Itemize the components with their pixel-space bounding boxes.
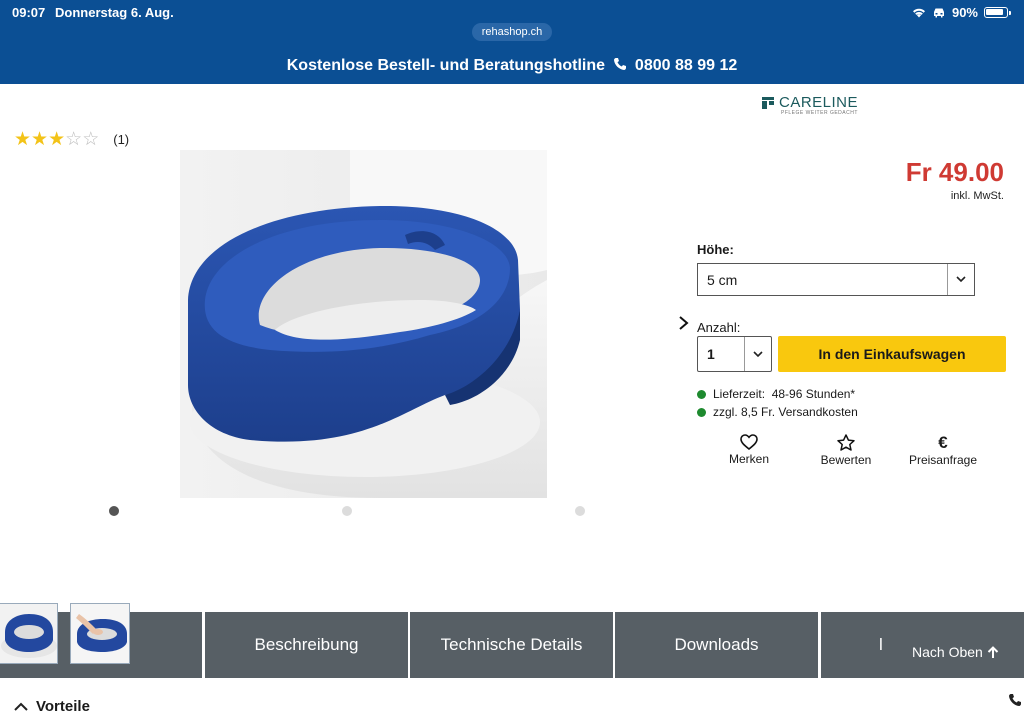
brand-name: CARELINE <box>779 94 859 111</box>
height-label: Höhe: <box>697 242 734 257</box>
brand-tagline: PFLEGE WEITER GEDACHT <box>781 110 858 116</box>
status-indicators: 90% <box>912 5 1011 20</box>
tab-description-label: Beschreibung <box>254 635 359 654</box>
delivery-time-line: Lieferzeit: 48-96 Stunden* <box>697 387 855 401</box>
battery-percent: 90% <box>951 5 978 20</box>
product-image[interactable] <box>180 150 547 498</box>
add-to-cart-button[interactable]: In den Einkaufswagen <box>778 336 1006 372</box>
phone-icon <box>614 58 627 70</box>
thumbnail-2[interactable] <box>70 603 130 664</box>
advantages-title: Vorteile <box>36 698 90 715</box>
thumbnail-image-2 <box>71 604 129 663</box>
review-label: Bewerten <box>820 453 872 467</box>
chevron-down-icon <box>744 337 771 371</box>
shipping-cost-line: zzgl. 8,5 Fr. Versandkosten <box>697 405 858 419</box>
euro-icon: € <box>938 433 948 452</box>
tab-technical-details[interactable]: Technische Details <box>410 612 613 678</box>
battery-icon <box>984 7 1011 18</box>
top-bar: 09:07 Donnerstag 6. Aug. 90% rehashop.ch… <box>0 0 1024 84</box>
quantity-value: 1 <box>707 346 715 362</box>
chevron-down-icon <box>947 264 974 295</box>
delivery-time: Lieferzeit: 48-96 Stunden* <box>713 387 856 401</box>
scroll-to-top-button[interactable]: Nach Oben <box>912 644 999 660</box>
status-date: Donnerstag 6. Aug. <box>55 5 174 20</box>
status-dot-icon <box>697 407 706 417</box>
quantity-select[interactable]: 1 <box>697 336 772 372</box>
wifi-icon <box>912 8 925 18</box>
thumbnail-1[interactable] <box>0 603 58 664</box>
height-select[interactable]: 5 cm <box>697 263 975 296</box>
star-filled-icon: ★ <box>48 129 66 150</box>
product-title-partial <box>300 84 720 94</box>
brand-logo[interactable]: CARELINE <box>762 94 858 111</box>
height-select-value: 5 cm <box>707 271 738 288</box>
review-button[interactable]: Bewerten <box>796 434 896 467</box>
gallery-dot-1[interactable] <box>109 506 119 516</box>
rating[interactable]: ★★★☆☆ (1) <box>14 128 129 151</box>
star-empty-icon: ☆ <box>65 129 83 150</box>
gallery-dot-3[interactable] <box>575 506 585 516</box>
hotline-text: Kostenlose Bestell- und Beratungshotline <box>286 57 606 74</box>
product-price: Fr 49.00 <box>905 157 1004 187</box>
thumbnail-image-1 <box>0 604 57 663</box>
star-empty-icon: ☆ <box>82 129 100 150</box>
price-request-button[interactable]: € Preisanfrage <box>893 434 993 467</box>
car-icon <box>933 8 944 18</box>
rating-stars: ★★★☆☆ <box>14 128 99 151</box>
shipping-cost: zzgl. 8,5 Fr. Versandkosten <box>713 405 858 419</box>
price-request-label: Preisanfrage <box>908 453 978 467</box>
wishlist-button[interactable]: Merken <box>699 434 799 466</box>
vat-note: inkl. MwSt. <box>950 190 1004 202</box>
heart-icon <box>740 434 758 450</box>
phone-icon[interactable] <box>1008 693 1022 707</box>
tab-downloads-label: Downloads <box>674 635 759 654</box>
status-time: 09:07 <box>12 5 46 20</box>
arrow-up-icon <box>987 645 999 658</box>
gallery-dot-2[interactable] <box>342 506 352 516</box>
quantity-label: Anzahl: <box>697 320 741 335</box>
hotline-banner[interactable]: Kostenlose Bestell- und Beratungshotline… <box>0 57 1024 75</box>
scroll-to-top-label: Nach Oben <box>912 644 983 660</box>
rating-count: (1) <box>113 132 130 147</box>
toilet-seat-raiser-image <box>180 150 547 498</box>
url-bar[interactable]: rehashop.ch <box>472 23 552 41</box>
hotline-number: 0800 88 99 12 <box>634 57 738 74</box>
star-icon <box>837 434 855 451</box>
wishlist-label: Merken <box>728 452 769 466</box>
tab-description[interactable]: Beschreibung <box>205 612 408 678</box>
tab-technical-details-label: Technische Details <box>440 635 583 654</box>
careline-logo-icon <box>762 96 774 109</box>
chevron-right-icon[interactable] <box>678 315 690 331</box>
status-dot-icon <box>697 389 706 399</box>
star-filled-icon: ★ <box>14 129 32 150</box>
tab-downloads[interactable]: Downloads <box>615 612 818 678</box>
advantages-section-header[interactable]: Vorteile <box>14 698 90 715</box>
star-filled-icon: ★ <box>31 129 49 150</box>
